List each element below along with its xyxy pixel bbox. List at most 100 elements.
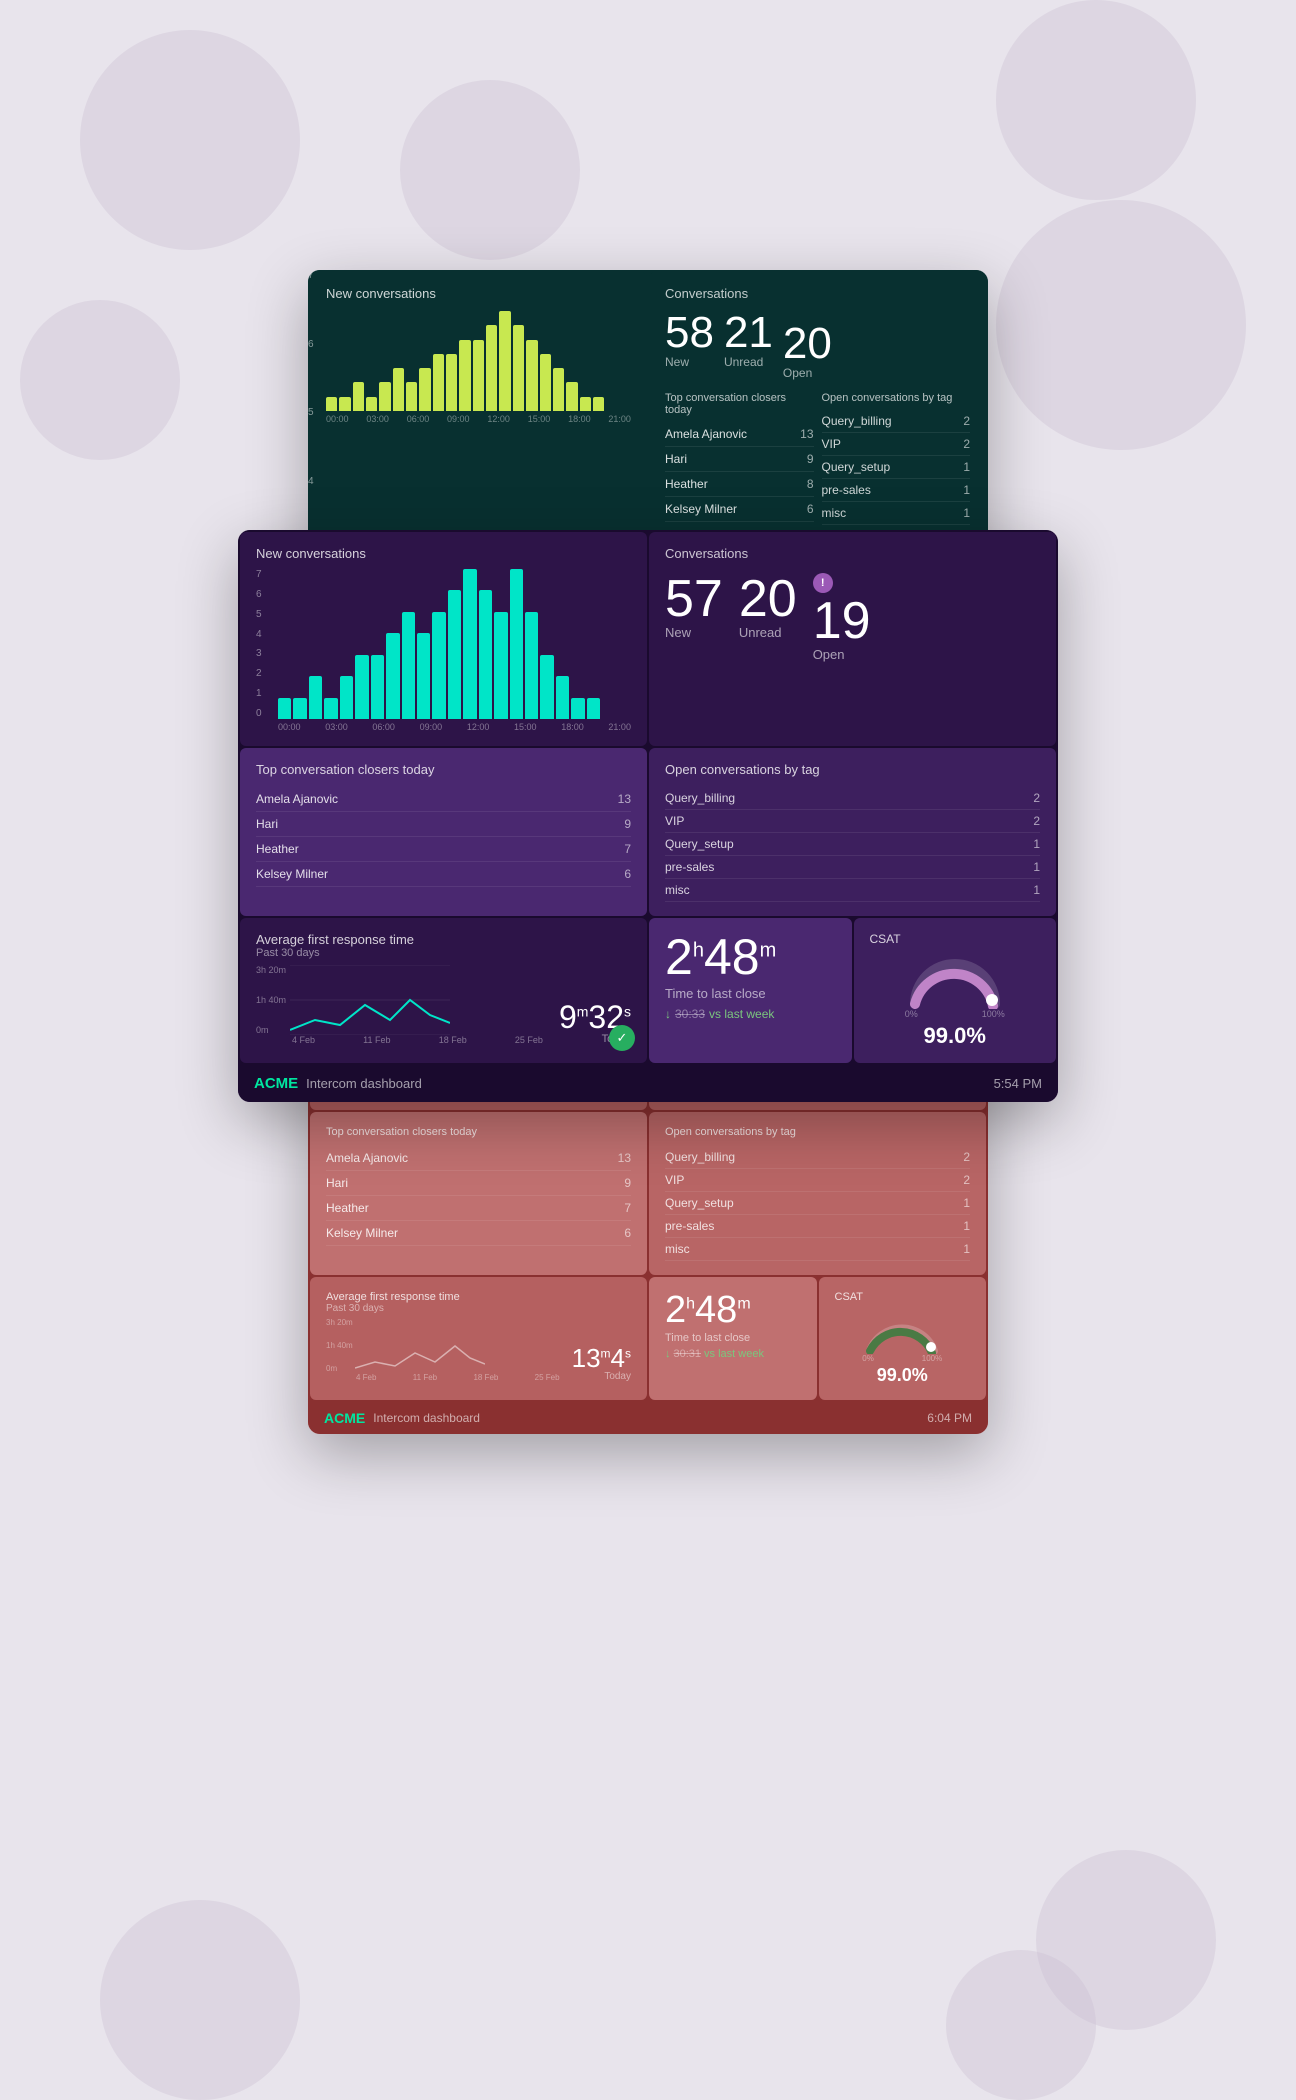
purple-time-value: 2h48m: [665, 932, 836, 982]
chart-bar: [432, 612, 445, 719]
purple-csat-title: CSAT: [870, 932, 1041, 946]
chart-bar: [566, 382, 577, 411]
purple-time-close-panel: 2h48m Time to last close ↓ 30:33 vs last…: [649, 918, 852, 1063]
tag-row: Query_billing2: [822, 410, 971, 433]
salmon-footer: ACME Intercom dashboard 6:04 PM: [308, 1402, 988, 1434]
tag-name: misc: [665, 883, 690, 897]
tag-name: pre-sales: [665, 860, 714, 874]
purple-new-stat: 57 New: [665, 573, 723, 662]
salmon-avg-chart: [355, 1318, 485, 1373]
closer-row: Kelsey Milner6: [256, 862, 631, 887]
purple-avg-subtitle: Past 30 days: [256, 947, 631, 959]
tag-count: 1: [963, 1219, 970, 1233]
salmon-csat-value: 99.0%: [877, 1365, 928, 1386]
chart-bar: [386, 633, 399, 719]
purple-csat-value: 99.0%: [924, 1023, 986, 1049]
purple-avg-chart: [290, 965, 450, 1035]
tag-count: 1: [1033, 883, 1040, 897]
salmon-time-label: Time to last close: [665, 1332, 801, 1344]
tag-name: VIP: [665, 1173, 684, 1187]
tag-row: VIP2: [822, 433, 971, 456]
closer-count: 13: [618, 1151, 631, 1165]
chart-bar: [571, 698, 584, 719]
tag-row: Query_setup 1: [665, 1192, 970, 1215]
purple-conversations-panel: Conversations 57 New 20 Unread ! 19 Open: [649, 532, 1056, 746]
tag-count: 1: [963, 1242, 970, 1256]
salmon-csat-gauge: [862, 1309, 942, 1354]
salmon-footer-title: Intercom dashboard: [373, 1411, 480, 1425]
tag-row: Query_billing2: [665, 1146, 970, 1169]
tag-name: Query_billing: [665, 1150, 735, 1164]
tag-name: pre-sales: [822, 483, 871, 497]
chart-bar: [540, 354, 551, 411]
purple-check-badge: ✓: [609, 1025, 635, 1051]
teal-tags-panel: Open conversations by tag Query_billing2…: [822, 392, 971, 525]
chart-bar: [587, 698, 600, 719]
purple-time-label: Time to last close: [665, 986, 836, 1001]
closer-row: Kelsey Milner6: [326, 1221, 631, 1246]
purple-csat-panel: CSAT 0% 100% 99.0%: [854, 918, 1057, 1063]
chart-bar: [525, 612, 538, 719]
purple-new-conv-panel: New conversations 76543210 00:0003:0006:…: [240, 532, 647, 746]
closer-row: Heather8: [665, 472, 814, 497]
chart-bar: [593, 397, 604, 411]
tag-row: Query_setup1: [822, 456, 971, 479]
closer-row: Hari9: [256, 812, 631, 837]
purple-csat-gauge: [905, 954, 1005, 1009]
tag-name: Query_setup: [822, 460, 891, 474]
tag-name: VIP: [665, 814, 684, 828]
chart-bar: [580, 397, 591, 411]
chart-bar: [324, 698, 337, 719]
closer-name: Kelsey Milner: [665, 502, 737, 516]
tag-row: VIP 2: [665, 1169, 970, 1192]
chart-bar: [340, 676, 353, 719]
closer-row: Amela Ajanovic13: [326, 1146, 631, 1171]
tag-count: 1: [963, 1196, 970, 1210]
tag-name: misc: [665, 1242, 690, 1256]
teal-unread-value: 21: [724, 311, 773, 355]
closer-name: Amela Ajanovic: [665, 427, 747, 441]
tag-count: 2: [963, 1173, 970, 1187]
teal-conv-title: Conversations: [665, 286, 970, 301]
closer-name: Amela Ajanovic: [256, 792, 338, 806]
tag-row: misc 1: [665, 879, 1040, 902]
tag-count: 1: [1033, 860, 1040, 874]
purple-comparison: ↓ 30:33 vs last week: [665, 1007, 836, 1021]
purple-tags-title: Open conversations by tag: [665, 762, 1040, 777]
chart-bar: [433, 354, 444, 411]
chart-bar: [371, 655, 384, 719]
closer-name: Heather: [256, 842, 299, 856]
chart-bar: [459, 340, 470, 411]
closer-name: Kelsey Milner: [256, 867, 328, 881]
closer-count: 13: [618, 792, 631, 806]
closer-row: Hari9: [665, 447, 814, 472]
teal-conversations-panel: Conversations 58 New 21 Unread ⚠ 20 Open: [649, 272, 986, 539]
teal-unread-label: Unread: [724, 355, 773, 369]
teal-open-label: Open: [783, 366, 832, 380]
salmon-closers-title: Top conversation closers today: [326, 1126, 631, 1138]
closer-count: 8: [807, 477, 814, 491]
purple-footer: ACME Intercom dashboard 5:54 PM: [238, 1065, 1058, 1102]
chart-bar: [339, 397, 350, 411]
tag-count: 2: [1033, 814, 1040, 828]
chart-bar: [355, 655, 368, 719]
purple-avg-response-panel: Average first response time Past 30 days…: [240, 918, 647, 1063]
chart-bar: [278, 698, 291, 719]
salmon-time-value: 2h48m: [665, 1291, 801, 1329]
tag-count: 2: [963, 414, 970, 428]
teal-tags-title: Open conversations by tag: [822, 392, 971, 404]
tag-name: pre-sales: [665, 1219, 714, 1233]
chart-bar: [402, 612, 415, 719]
closer-row: Hari9: [326, 1171, 631, 1196]
teal-open-value: 20: [783, 322, 832, 366]
tag-name: Query_billing: [665, 791, 735, 805]
chart-bar: [479, 590, 492, 719]
tag-row: misc1: [822, 502, 971, 525]
purple-footer-time: 5:54 PM: [994, 1076, 1042, 1091]
chart-bar: [309, 676, 322, 719]
purple-open-stat: ! 19 Open: [813, 573, 871, 662]
teal-closers-title: Top conversation closers today: [665, 392, 814, 416]
tag-name: Query_setup: [665, 837, 734, 851]
purple-tags-panel: Open conversations by tag Query_billing 2…: [649, 748, 1056, 916]
tag-name: Query_setup: [665, 1196, 734, 1210]
